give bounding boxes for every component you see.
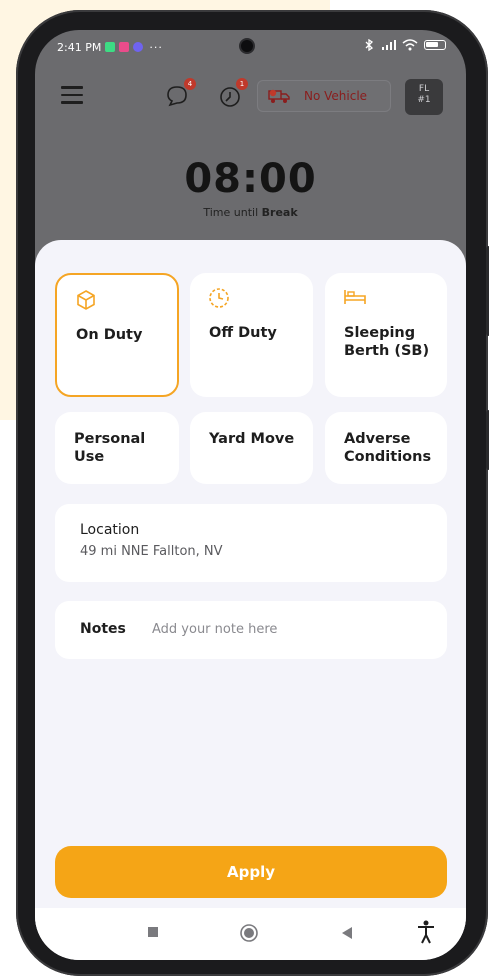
duty-option-adverse-conditions[interactable]: Adverse Conditions	[325, 412, 447, 484]
status-icons	[364, 39, 446, 51]
timer-label-prefix: Time until	[203, 206, 262, 219]
notification-app-icon	[105, 42, 116, 52]
duty-option-sleeping-berth[interactable]: Sleeping Berth (SB)	[325, 273, 447, 397]
location-value: 49 mi NNE Fallton, NV	[80, 544, 223, 559]
phone-screen: 2:41 PM ··· 4 1 No Vehicle FL #1 08:00 T…	[35, 30, 466, 960]
battery-icon	[424, 40, 446, 50]
home-icon[interactable]	[240, 924, 258, 942]
accessibility-icon[interactable]	[417, 920, 435, 944]
front-camera	[239, 38, 255, 54]
duty-option-label: Off Duty	[209, 325, 277, 341]
clock-icon	[209, 288, 229, 308]
vehicle-label: No Vehicle	[304, 89, 368, 103]
notes-label: Notes	[80, 621, 126, 637]
duty-option-label: Adverse Conditions	[344, 431, 432, 465]
messages-badge: 4	[184, 78, 196, 90]
duty-option-off-duty[interactable]: Off Duty	[190, 273, 313, 397]
bluetooth-icon	[365, 39, 374, 51]
notification-app-icon	[133, 42, 144, 52]
duty-option-label: On Duty	[76, 327, 143, 343]
hamburger-icon[interactable]	[61, 86, 83, 104]
status-time: 2:41 PM	[57, 40, 102, 54]
recent-apps-icon[interactable]	[147, 926, 159, 938]
profile-badge[interactable]: FL #1	[405, 79, 443, 115]
alerts-button[interactable]: 1	[216, 78, 248, 110]
notification-app-icon	[119, 42, 130, 52]
alerts-badge: 1	[236, 78, 248, 90]
cell-signal-icon	[382, 40, 396, 50]
truck-icon	[268, 89, 290, 103]
cube-icon	[77, 290, 95, 310]
back-icon[interactable]	[341, 926, 353, 940]
messages-button[interactable]: 4	[164, 78, 196, 110]
duty-status-sheet: On Duty Off Duty Sleeping Berth (SB) Per…	[35, 240, 466, 960]
profile-badge-line1: FL	[418, 84, 430, 94]
app-bar: 4 1 No Vehicle FL #1	[35, 74, 466, 118]
break-timer: 08:00 Time until Break	[35, 156, 466, 219]
more-notifications-icon: ···	[149, 40, 163, 54]
profile-badge-line2: #1	[417, 95, 431, 105]
apply-button[interactable]: Apply	[55, 846, 447, 898]
timer-value: 08:00	[184, 156, 317, 202]
duty-option-personal-use[interactable]: Personal Use	[55, 412, 179, 484]
location-card[interactable]: Location 49 mi NNE Fallton, NV	[55, 504, 447, 582]
system-navigation-bar	[35, 908, 466, 960]
timer-label: Time until Break	[35, 206, 466, 219]
duty-option-on-duty[interactable]: On Duty	[55, 273, 179, 397]
duty-option-label: Personal Use	[74, 431, 146, 465]
bed-icon	[344, 290, 366, 304]
notes-input[interactable]	[152, 615, 432, 643]
duty-option-yard-move[interactable]: Yard Move	[190, 412, 313, 484]
duty-option-label: Yard Move	[209, 431, 295, 447]
vehicle-selector[interactable]: No Vehicle	[257, 80, 391, 112]
duty-option-label: Sleeping Berth (SB)	[344, 325, 430, 359]
notes-card: Notes	[55, 601, 447, 659]
wifi-icon	[402, 39, 418, 51]
location-title: Location	[80, 522, 140, 538]
timer-label-emphasis: Break	[261, 206, 298, 219]
